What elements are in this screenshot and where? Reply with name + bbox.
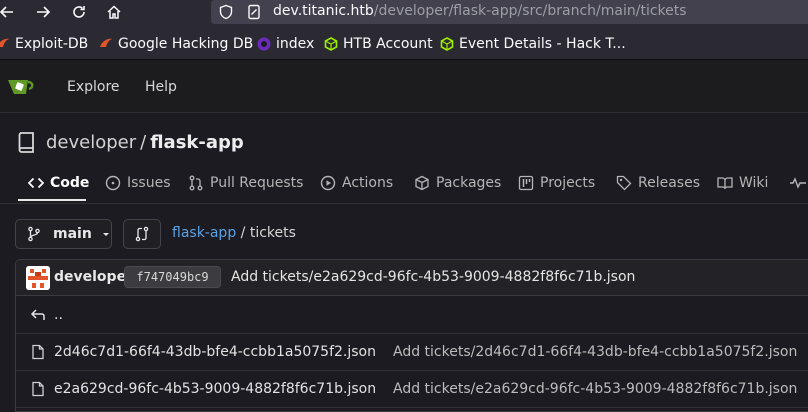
bookmark-htb-account[interactable]: HTB Account (324, 35, 433, 53)
tab-actions[interactable]: Actions (320, 173, 393, 193)
pulse-icon (790, 175, 806, 191)
reload-button[interactable] (68, 1, 90, 23)
tab-wiki[interactable]: Wiki (717, 173, 768, 193)
shield-icon[interactable] (216, 2, 236, 22)
nav-help[interactable]: Help (145, 79, 177, 95)
tab-activity[interactable] (790, 173, 808, 193)
forward-arrow-icon (37, 6, 51, 18)
branch-selector[interactable]: main (15, 219, 112, 249)
branch-name: main (53, 226, 92, 242)
tab-pull-requests[interactable]: Pull Requests (188, 173, 303, 193)
reload-icon (73, 6, 85, 18)
gitea-logo-icon[interactable] (6, 76, 38, 98)
package-icon (414, 175, 430, 191)
tab-releases[interactable]: Releases (616, 173, 700, 193)
compare-button[interactable] (123, 219, 161, 249)
branch-icon (26, 226, 42, 242)
active-tab-indicator (18, 199, 86, 201)
tab-issues[interactable]: Issues (105, 173, 171, 193)
parent-dir-link[interactable]: .. (54, 307, 63, 323)
file-icon (30, 344, 46, 360)
repo-tabs: Code Issues Pull Requests Actions Packag… (0, 163, 808, 204)
file-table: developer f747049bc9 Add tickets/e2a629c… (15, 259, 808, 412)
repo-owner-link[interactable]: developer (46, 132, 136, 153)
nav-explore[interactable]: Explore (67, 79, 120, 95)
breadcrumb-root-link[interactable]: flask-app (172, 225, 236, 241)
repo-icon (18, 132, 34, 153)
commit-sha[interactable]: f747049bc9 (124, 266, 221, 288)
file-commit-message[interactable]: Add tickets/2d46c7d1-66f4-43db-bfe4-ccbb… (393, 344, 797, 360)
back-arrow-icon (0, 6, 13, 18)
book-icon (717, 175, 733, 191)
breadcrumb-current: tickets (249, 225, 296, 241)
exploit-db-icon (0, 37, 10, 51)
table-row[interactable]: e2a629cd-96fc-4b53-9009-4882f8f6c71b.jso… (16, 371, 808, 408)
url-bar[interactable]: dev.titanic.htb/developer/flask-app/src/… (211, 0, 808, 24)
project-icon (518, 175, 534, 191)
tab-code[interactable]: Code (28, 173, 89, 193)
tab-projects[interactable]: Projects (518, 173, 595, 193)
url-text[interactable]: dev.titanic.htb/developer/flask-app/src/… (273, 3, 687, 19)
file-name-link[interactable]: 2d46c7d1-66f4-43db-bfe4-ccbb1a5075f2.jso… (54, 344, 376, 360)
return-arrow-icon (30, 307, 46, 323)
bookmark-event-details[interactable]: Event Details - Hack T... (440, 35, 626, 53)
pull-request-icon (188, 175, 204, 191)
ghdb-icon (99, 37, 113, 51)
file-commit-message[interactable]: Add tickets/e2a629cd-96fc-4b53-9009-4882… (393, 381, 797, 397)
code-icon (28, 175, 44, 191)
htb-icon (440, 37, 454, 51)
bookmark-exploit-db[interactable]: Exploit-DB (0, 35, 88, 53)
chevron-down-icon (101, 229, 111, 239)
home-button[interactable] (103, 1, 125, 23)
tag-icon (616, 175, 632, 191)
commit-message[interactable]: Add tickets/e2a629cd-96fc-4b53-9009-4882… (231, 269, 635, 285)
table-row[interactable]: 2d46c7d1-66f4-43db-bfe4-ccbb1a5075f2.jso… (16, 334, 808, 371)
browser-toolbar: dev.titanic.htb/developer/flask-app/src/… (0, 0, 808, 26)
compare-icon (135, 226, 149, 242)
bookmark-ghdb[interactable]: Google Hacking DB (99, 35, 253, 53)
breadcrumb-separator: / (240, 225, 246, 241)
avatar[interactable] (26, 266, 50, 290)
bookmarks-bar: Exploit-DB Google Hacking DB index HTB A… (0, 26, 808, 60)
repo-separator: / (140, 131, 147, 153)
repo-name-link[interactable]: flask-app (150, 132, 244, 153)
play-icon (320, 175, 336, 191)
tab-packages[interactable]: Packages (414, 173, 501, 193)
forward-button[interactable] (32, 1, 54, 23)
breadcrumb: flask-app / tickets (172, 225, 296, 241)
bookmark-index[interactable]: index (257, 35, 314, 53)
page-info-icon[interactable] (244, 2, 264, 22)
file-name-link[interactable]: e2a629cd-96fc-4b53-9009-4882f8f6c71b.jso… (54, 381, 376, 397)
back-button[interactable] (0, 1, 18, 23)
repo-title: developer / flask-app (16, 130, 244, 154)
file-icon (30, 381, 46, 397)
home-icon (107, 5, 121, 19)
htb-icon (324, 37, 338, 51)
site-navbar: Explore Help (0, 61, 808, 113)
index-icon (257, 37, 271, 51)
latest-commit-bar: developer f747049bc9 Add tickets/e2a629c… (16, 260, 808, 296)
commit-author[interactable]: developer (54, 269, 133, 285)
issues-icon (105, 175, 121, 191)
parent-dir-row[interactable]: .. (16, 297, 808, 334)
